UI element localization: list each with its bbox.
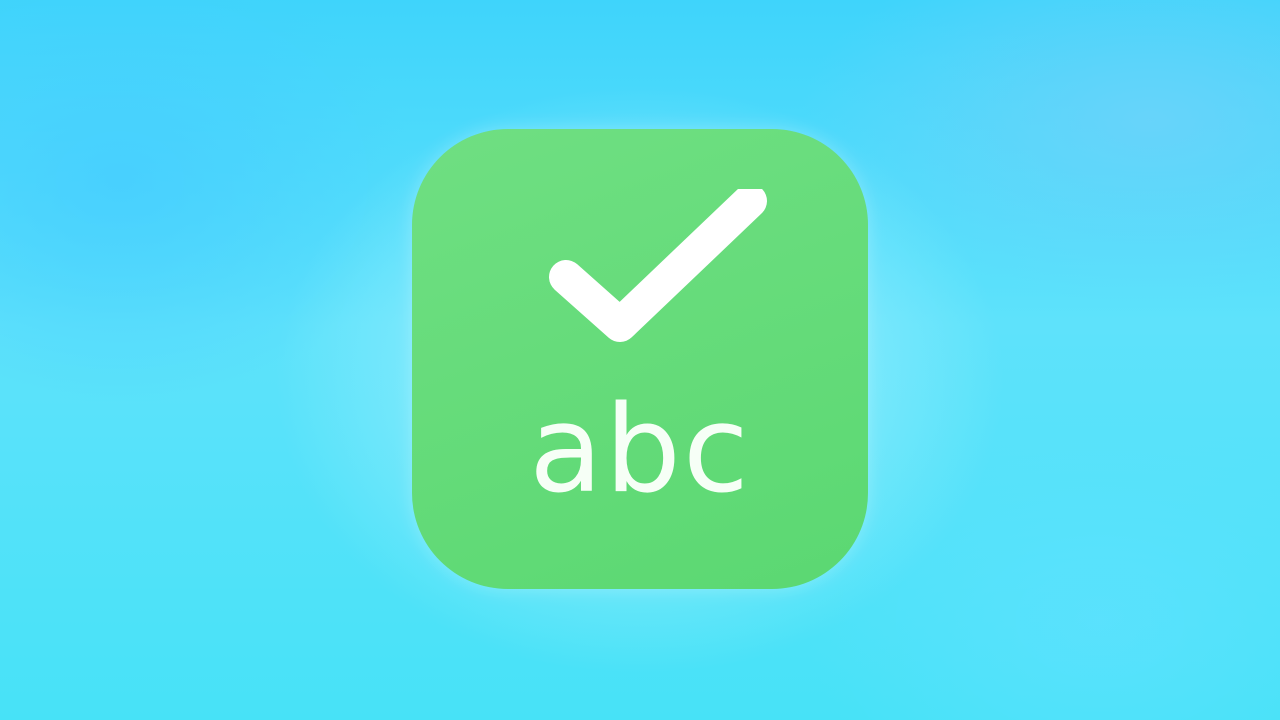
- icon-label: abc: [529, 381, 751, 520]
- app-icon[interactable]: abc: [412, 129, 868, 589]
- checkmark-icon: [549, 189, 767, 342]
